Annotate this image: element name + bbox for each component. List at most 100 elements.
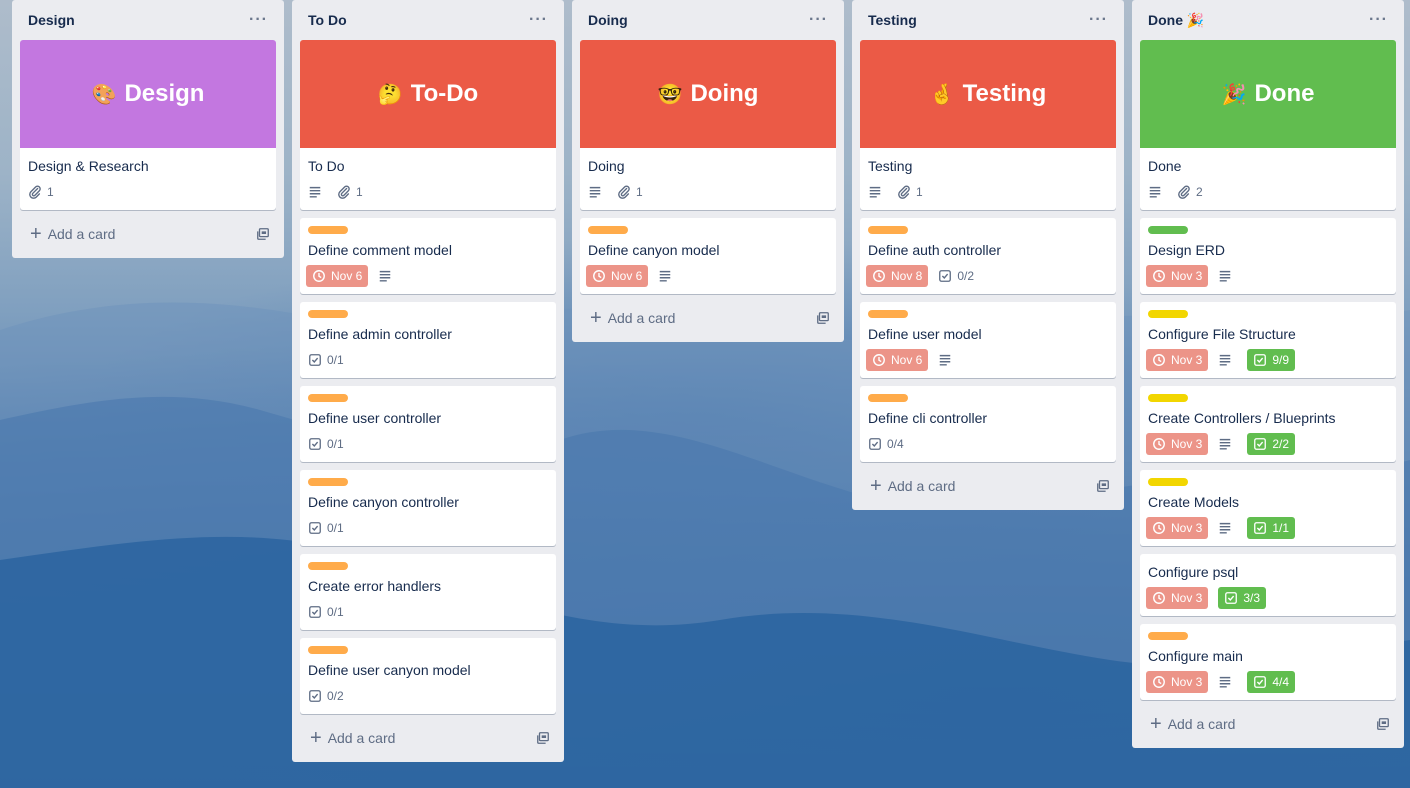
list-card[interactable]: Create error handlers 0/1 — [300, 554, 556, 630]
description-badge — [308, 181, 327, 203]
list-card[interactable]: Define cli controller 0/4 — [860, 386, 1116, 462]
card-title: Done — [1148, 158, 1182, 174]
template-icon[interactable] — [1096, 479, 1110, 493]
cover-card[interactable]: 🤓 Doing Doing 1 — [580, 40, 836, 210]
add-card-button[interactable]: + Add a card — [300, 722, 556, 754]
card-label-yellow[interactable] — [1148, 478, 1188, 486]
attachment-count: 1 — [636, 185, 643, 199]
checklist-count: 9/9 — [1272, 353, 1290, 367]
due-date-badge[interactable]: Nov 3 — [1146, 671, 1209, 693]
card-label-orange[interactable] — [308, 478, 348, 486]
card-label-orange[interactable] — [308, 562, 348, 570]
list-menu-icon[interactable]: ··· — [245, 11, 272, 29]
checklist-complete-badge: 4/4 — [1247, 671, 1296, 693]
list-card[interactable]: Create Controllers / Blueprints Nov 3 2/… — [1140, 386, 1396, 462]
list-title[interactable]: Doing — [588, 12, 628, 28]
list-menu-icon[interactable]: ··· — [525, 11, 552, 29]
list-design: Design ··· 🎨 Design Design & Research 1 … — [12, 0, 284, 258]
due-date-badge[interactable]: Nov 3 — [1146, 587, 1209, 609]
list-card[interactable]: Define admin controller 0/1 — [300, 302, 556, 378]
card-title: Configure psql — [1148, 564, 1239, 580]
list-card[interactable]: Define user canyon model 0/2 — [300, 638, 556, 714]
due-date-badge[interactable]: Nov 6 — [306, 265, 369, 287]
card-label-orange[interactable] — [308, 394, 348, 402]
checkbox-icon — [309, 522, 321, 534]
card-label-orange[interactable] — [1148, 632, 1188, 640]
template-icon[interactable] — [1376, 717, 1390, 731]
due-date: Nov 6 — [891, 353, 923, 367]
clock-icon — [1153, 676, 1165, 688]
description-icon — [1220, 354, 1231, 366]
add-card-button[interactable]: + Add a card — [1140, 708, 1396, 740]
due-date-badge[interactable]: Nov 6 — [586, 265, 649, 287]
due-date-badge[interactable]: Nov 6 — [866, 349, 929, 371]
due-date-badge[interactable]: Nov 8 — [866, 265, 929, 287]
add-card-button[interactable]: + Add a card — [860, 470, 1116, 502]
checklist-count: 0/1 — [327, 353, 344, 367]
checklist-badge: 0/2 — [308, 685, 344, 707]
template-icon[interactable] — [816, 311, 830, 325]
due-date: Nov 3 — [1171, 521, 1203, 535]
card-label-orange[interactable] — [868, 394, 908, 402]
cover-card[interactable]: 🎉 Done Done 2 — [1140, 40, 1396, 210]
add-card-button[interactable]: + Add a card — [580, 302, 836, 334]
clock-icon — [1153, 354, 1165, 366]
attachment-count: 1 — [916, 185, 923, 199]
due-date-badge[interactable]: Nov 3 — [1146, 265, 1209, 287]
list-menu-icon[interactable]: ··· — [1085, 11, 1112, 29]
card-label-orange[interactable] — [868, 310, 908, 318]
attachment-count: 1 — [356, 185, 363, 199]
list-card[interactable]: Define user model Nov 6 — [860, 302, 1116, 378]
card-title: Define canyon controller — [308, 494, 459, 510]
due-date-badge[interactable]: Nov 3 — [1146, 433, 1209, 455]
list-header: Done 🎉 ··· — [1140, 0, 1396, 40]
list-card[interactable]: Define auth controller Nov 8 0/2 — [860, 218, 1116, 294]
paperclip-icon — [338, 185, 350, 199]
card-title: Define cli controller — [868, 410, 988, 426]
list-title[interactable]: To Do — [308, 12, 347, 28]
clock-icon — [873, 354, 885, 366]
add-card-label: Add a card — [607, 310, 676, 326]
list-card[interactable]: Create Models Nov 3 1/1 — [1140, 470, 1396, 546]
card-label-orange[interactable] — [588, 226, 628, 234]
list-card[interactable]: Configure main Nov 3 4/4 — [1140, 624, 1396, 700]
card-label-yellow[interactable] — [1148, 394, 1188, 402]
list-title[interactable]: Design — [28, 12, 75, 28]
cover-text: Testing — [962, 80, 1047, 107]
due-date: Nov 3 — [1171, 353, 1203, 367]
list-menu-icon[interactable]: ··· — [805, 11, 832, 29]
list-title[interactable]: Done 🎉 — [1148, 12, 1204, 29]
card-title: Define user controller — [308, 410, 442, 426]
list-title[interactable]: Testing — [868, 12, 917, 28]
thinking-emoji-icon: 🤔 — [377, 83, 403, 106]
card-label-green[interactable] — [1148, 226, 1188, 234]
card-label-orange[interactable] — [308, 646, 348, 654]
list-card[interactable]: Define comment model Nov 6 — [300, 218, 556, 294]
card-label-yellow[interactable] — [1148, 310, 1188, 318]
template-icon[interactable] — [536, 731, 550, 745]
list-menu-icon[interactable]: ··· — [1365, 11, 1392, 29]
card-label-orange[interactable] — [868, 226, 908, 234]
cover-text: Design — [124, 80, 205, 107]
checklist-count: 0/1 — [327, 605, 344, 619]
checklist-complete-badge: 2/2 — [1247, 433, 1296, 455]
list-card[interactable]: Configure psql Nov 3 3/3 — [1140, 554, 1396, 616]
attachment-badge: 2 — [1177, 181, 1203, 203]
list-card[interactable]: Define canyon controller 0/1 — [300, 470, 556, 546]
due-date-badge[interactable]: Nov 3 — [1146, 517, 1209, 539]
card-label-orange[interactable] — [308, 310, 348, 318]
add-card-button[interactable]: + Add a card — [20, 218, 276, 250]
description-badge — [1218, 671, 1237, 693]
list-card[interactable]: Define user controller 0/1 — [300, 386, 556, 462]
cover-card[interactable]: 🎨 Design Design & Research 1 — [20, 40, 276, 210]
cover-card[interactable]: 🤔 To-Do To Do 1 — [300, 40, 556, 210]
cover-card[interactable]: 🤞 Testing Testing 1 — [860, 40, 1116, 210]
list-card[interactable]: Design ERD Nov 3 — [1140, 218, 1396, 294]
due-date-badge[interactable]: Nov 3 — [1146, 349, 1209, 371]
card-label-orange[interactable] — [308, 226, 348, 234]
paperclip-icon — [618, 185, 630, 199]
list-card[interactable]: Define canyon model Nov 6 — [580, 218, 836, 294]
list-card[interactable]: Configure File Structure Nov 3 9/9 — [1140, 302, 1396, 378]
template-icon[interactable] — [256, 227, 270, 241]
description-icon — [1220, 522, 1231, 534]
